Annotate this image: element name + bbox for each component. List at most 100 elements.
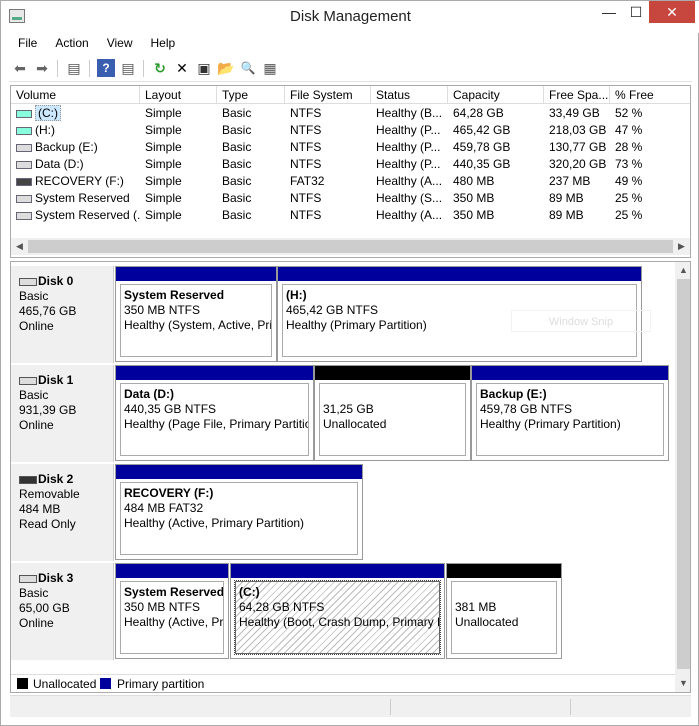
- toolbar: ⬅ ➡ ▤ ? ▤ ↻ ✕ ▣ 📂 🔍 ▦: [9, 55, 692, 82]
- console-tree-icon[interactable]: ▤: [65, 59, 83, 77]
- legend-unallocated: Unallocated: [33, 677, 97, 691]
- partition[interactable]: 381 MB Unallocated: [446, 563, 562, 659]
- table-row[interactable]: (H:) Simple Basic NTFS Healthy (P... 465,42 G…: [11, 122, 690, 139]
- menu-action[interactable]: Action: [46, 34, 97, 52]
- column-layout[interactable]: Layout: [140, 86, 217, 104]
- status-pane: [570, 699, 571, 715]
- disk-size: 465,76 GB: [19, 304, 77, 318]
- table-cell: (H:): [11, 122, 140, 139]
- menu-view[interactable]: View: [98, 34, 142, 52]
- table-cell: Simple: [145, 106, 182, 120]
- maximize-button[interactable]: ☐: [623, 1, 649, 23]
- settings-icon[interactable]: ▦: [261, 59, 279, 77]
- partition[interactable]: System Reserved 350 MB NTFS Healthy (Activ…: [115, 563, 229, 659]
- disk-name-text: Disk 0: [38, 274, 74, 288]
- volume-name: Backup (E:): [35, 140, 98, 154]
- disk-graphical-view: Disk 0 Basic 465,76 GB Online System Reserve…: [10, 261, 691, 693]
- table-row[interactable]: RECOVERY (F:) Simple Basic FAT32 Healthy (A.…: [11, 173, 690, 190]
- scroll-up-icon[interactable]: ▲: [675, 262, 690, 279]
- column-file-system[interactable]: File System: [285, 86, 371, 104]
- properties-icon[interactable]: ▣: [195, 59, 213, 77]
- partition-size: 459,78 GB NTFS: [480, 402, 573, 416]
- partition-status: Healthy (Active, Primary Partition): [124, 516, 305, 530]
- partition-status: Unallocated: [323, 417, 387, 431]
- column-capacity[interactable]: Capacity: [448, 86, 544, 104]
- table-cell: Basic: [222, 191, 252, 205]
- partition-status: Healthy (System, Active, Prim: [124, 318, 272, 332]
- table-cell: Basic: [222, 208, 252, 222]
- volume-icon: [16, 126, 32, 135]
- vertical-scrollbar[interactable]: ▲ ▼: [675, 262, 690, 692]
- table-cell: 49 %: [615, 174, 643, 188]
- table-cell: Backup (E:): [11, 139, 140, 156]
- partition[interactable]: Data (D:) 440,35 GB NTFS Healthy (Page Fil…: [115, 365, 314, 461]
- disk-icon: [19, 277, 37, 286]
- refresh-icon[interactable]: ↻: [151, 59, 169, 77]
- partition-bar: [116, 465, 362, 479]
- menu-help[interactable]: Help: [142, 34, 185, 52]
- partition-details: Data (D:) 440,35 GB NTFS Healthy (Page Fil…: [120, 383, 309, 456]
- close-button[interactable]: ✕: [649, 1, 695, 23]
- table-cell: NTFS: [290, 140, 322, 154]
- partition-size: 31,25 GB: [323, 402, 374, 416]
- table-cell: Healthy (S...: [376, 191, 443, 205]
- partition[interactable]: 31,25 GB Unallocated: [314, 365, 471, 461]
- partition[interactable]: Backup (E:) 459,78 GB NTFS Healthy (Primar…: [471, 365, 669, 461]
- back-icon[interactable]: ⬅: [11, 59, 29, 77]
- menu-bar: File Action View Help: [9, 34, 692, 54]
- table-cell: 350 MB: [453, 208, 495, 222]
- table-cell: Basic: [222, 123, 252, 137]
- column-volume[interactable]: Volume: [11, 86, 140, 104]
- disk-name: Disk 0: [19, 274, 113, 289]
- table-row[interactable]: Data (D:) Simple Basic NTFS Healthy (P... 440…: [11, 156, 690, 173]
- partition-bar: [278, 267, 641, 281]
- column-type[interactable]: Type: [217, 86, 285, 104]
- table-row[interactable]: (C:) Simple Basic NTFS Healthy (B... 64,28 GB…: [11, 105, 690, 122]
- help-icon[interactable]: ?: [97, 59, 115, 77]
- partition[interactable]: System Reserved 350 MB NTFS Healthy (Syste…: [115, 266, 277, 362]
- properties-view-icon[interactable]: ▤: [119, 59, 137, 77]
- table-cell: Simple: [145, 123, 182, 137]
- disk-size: 931,39 GB: [19, 403, 77, 417]
- disk-label[interactable]: Disk 3 Basic 65,00 GB Online: [11, 563, 114, 660]
- disk-label[interactable]: Disk 1 Basic 931,39 GB Online: [11, 365, 114, 462]
- status-bar: [10, 695, 691, 717]
- horizontal-scrollbar[interactable]: ◀ ▶: [11, 238, 690, 255]
- partition[interactable]: (C:) 64,28 GB NTFS Healthy (Boot, Crash Du…: [230, 563, 445, 659]
- scroll-left-icon[interactable]: ◀: [11, 238, 28, 255]
- partition-title: Data (D:): [124, 387, 174, 401]
- search-icon[interactable]: 🔍: [239, 59, 257, 77]
- table-cell: Healthy (B...: [376, 106, 443, 120]
- partition-details: 31,25 GB Unallocated: [319, 383, 466, 456]
- delete-icon[interactable]: ✕: [173, 59, 191, 77]
- volume-icon: [16, 160, 32, 169]
- column-free-space[interactable]: Free Spa...: [544, 86, 610, 104]
- vertical-scroll-thumb[interactable]: [677, 279, 690, 669]
- table-cell: 89 MB: [549, 208, 584, 222]
- horizontal-scroll-thumb[interactable]: [28, 240, 673, 253]
- table-cell: 320,20 GB: [549, 157, 607, 171]
- disk-label[interactable]: Disk 0 Basic 465,76 GB Online: [11, 266, 114, 363]
- table-row[interactable]: Backup (E:) Simple Basic NTFS Healthy (P... 4…: [11, 139, 690, 156]
- table-cell: 33,49 GB: [549, 106, 600, 120]
- scroll-right-icon[interactable]: ▶: [673, 238, 690, 255]
- open-folder-icon[interactable]: 📂: [217, 59, 235, 77]
- disk-label[interactable]: Disk 2 Removable 484 MB Read Only: [11, 464, 114, 561]
- menu-file[interactable]: File: [9, 34, 46, 52]
- table-row[interactable]: System Reserved Simple Basic NTFS Healthy (S…: [11, 190, 690, 207]
- partition-size: 350 MB NTFS: [124, 600, 201, 614]
- table-cell: 130,77 GB: [549, 140, 607, 154]
- volume-icon: [16, 177, 32, 186]
- disk-management-window: Disk Management — ☐ ✕ File Action View Help…: [0, 0, 699, 726]
- partition[interactable]: RECOVERY (F:) 484 MB FAT32 Healthy (Active…: [115, 464, 363, 560]
- volume-icon: [16, 143, 32, 152]
- partition-bar: [447, 564, 561, 578]
- column-status[interactable]: Status: [371, 86, 448, 104]
- minimize-button[interactable]: —: [596, 1, 622, 23]
- forward-icon[interactable]: ➡: [33, 59, 51, 77]
- partition-size: 350 MB NTFS: [124, 303, 201, 317]
- column-percent-free[interactable]: % Free: [610, 86, 690, 104]
- disk-row: Disk 3 Basic 65,00 GB Online System Reserved…: [11, 563, 675, 662]
- table-row[interactable]: System Reserved (... Simple Basic NTFS Healt…: [11, 207, 690, 224]
- scroll-down-icon[interactable]: ▼: [675, 675, 690, 692]
